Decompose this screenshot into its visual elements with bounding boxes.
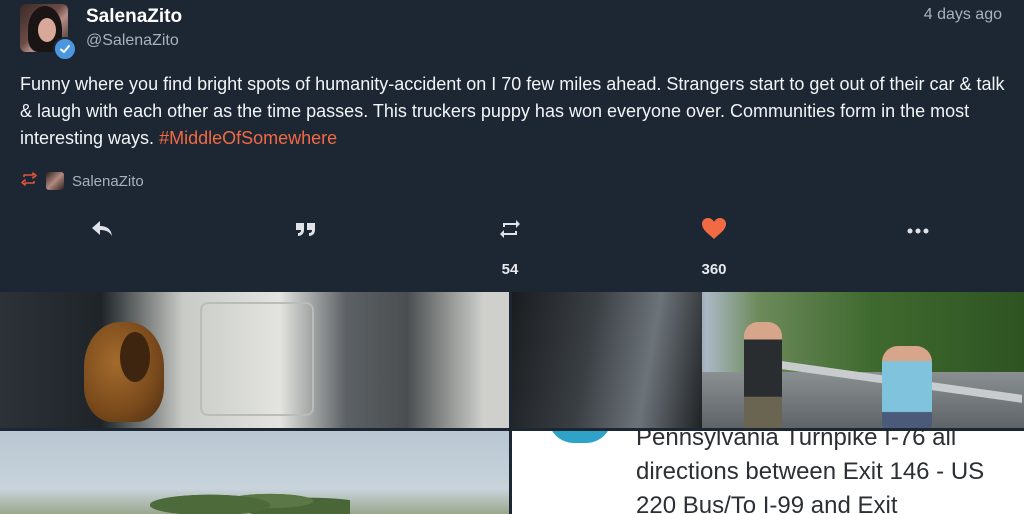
more-button[interactable] <box>898 216 938 246</box>
traffic-alert-text: Pennsylvania Turnpike I-76 all direction… <box>636 431 985 514</box>
photo-sky-trees[interactable] <box>0 431 509 514</box>
turnpike-logo-icon <box>548 431 612 443</box>
more-icon <box>907 222 929 240</box>
display-name[interactable]: SalenaZito <box>86 6 182 28</box>
retweet-button[interactable] <box>490 216 530 246</box>
retweet-small-icon <box>20 171 38 192</box>
tweet-text: Funny where you find bright spots of hum… <box>20 71 1005 152</box>
timestamp: 4 days ago <box>923 6 1002 23</box>
screenshot-traffic-alert[interactable]: Pennsylvania Turnpike I-76 all direction… <box>512 431 1024 514</box>
handle[interactable]: @SalenaZito <box>86 32 179 50</box>
verified-badge-icon <box>53 37 77 61</box>
like-count: 360 <box>701 261 727 278</box>
quote-button[interactable] <box>286 216 326 246</box>
hashtag-link[interactable]: #MiddleOfSomewhere <box>159 128 337 148</box>
reply-button[interactable] <box>82 216 122 246</box>
reply-icon <box>90 219 114 244</box>
retweeted-by-row[interactable]: SalenaZito <box>20 170 144 192</box>
photo-dog-in-truck[interactable] <box>0 292 509 428</box>
photo-people-on-highway[interactable] <box>512 292 1024 428</box>
retweet-icon <box>498 218 522 245</box>
like-button[interactable] <box>694 216 734 246</box>
media-grid: Pennsylvania Turnpike I-76 all direction… <box>0 292 1024 514</box>
quote-icon <box>295 220 317 243</box>
heart-icon <box>701 217 727 246</box>
retweet-count: 54 <box>501 261 519 278</box>
retweeter-name: SalenaZito <box>72 172 144 190</box>
retweeter-avatar <box>46 172 64 190</box>
